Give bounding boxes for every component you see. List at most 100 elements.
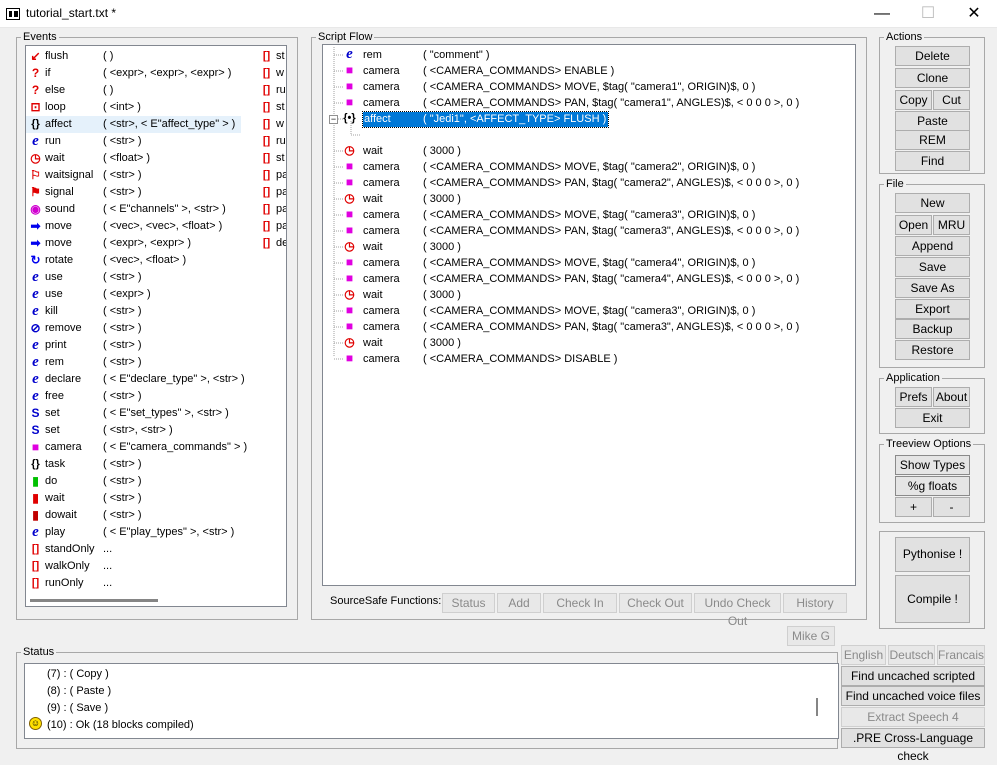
status-vscroll-thumb[interactable] <box>816 698 818 716</box>
extract-speech-button[interactable]: Extract Speech 4 translation <box>841 707 985 742</box>
find-uncached-voice-button[interactable]: Find uncached voice files <box>841 686 985 706</box>
append-button[interactable]: Append <box>895 236 970 256</box>
script-flow-tree[interactable]: e rem ( "comment" ) ■ camera ( <CAMERA_COMMAN… <box>322 44 856 586</box>
sourcesafe-undo-check-out-button[interactable]: Undo Check Out <box>694 593 781 628</box>
script-node[interactable]: ◷ wait ( 3000 ) <box>323 143 843 160</box>
mru-button[interactable]: MRU <box>933 215 970 235</box>
event-item[interactable]: ▮ dowait ( <str> ) <box>26 507 241 524</box>
status-log[interactable]: (7) : ( Copy ) (8) : ( Paste ) (9) : ( S… <box>24 663 839 739</box>
find-uncached-audio-button[interactable]: Find uncached scripted audio <box>841 666 985 701</box>
event-item[interactable]: e print ( <str> ) <box>26 337 241 354</box>
event-item[interactable]: e rem ( <str> ) <box>26 354 241 371</box>
event-item[interactable]: Sset ( < E"set_types" >, <str> ) <box>26 405 241 422</box>
event-item[interactable]: ⚑ signal ( <str> ) <box>26 184 241 201</box>
script-node[interactable]: ◷ wait ( 3000 ) <box>323 191 843 208</box>
event-item[interactable]: ➡ move ( <vec>, <vec>, <float> ) <box>26 218 241 235</box>
maximize-button[interactable]: ☐ <box>905 0 951 28</box>
event-item[interactable]: {} task ( <str> ) <box>26 456 241 473</box>
restore-button[interactable]: Restore <box>895 340 970 360</box>
save-as-button[interactable]: Save As <box>895 278 970 298</box>
script-node[interactable]: ■ camera ( <CAMERA_COMMANDS> MOVE, $tag( "… <box>323 207 843 224</box>
script-node[interactable]: ■ camera ( <CAMERA_COMMANDS> PAN, $tag( "c… <box>323 271 843 288</box>
prefs-button[interactable]: Prefs <box>895 387 932 407</box>
collapse-node-icon[interactable]: − <box>329 115 338 124</box>
event-item[interactable]: ↙ flush ( ) <box>26 48 241 65</box>
about-button[interactable]: About <box>933 387 970 407</box>
events-list[interactable]: ↙ flush ( )? if ( <expr>, <expr>, <expr> )? e… <box>25 45 287 607</box>
event-item[interactable]: [] runOnly... <box>26 575 241 592</box>
event-item[interactable]: [] walkOnly... <box>26 558 241 575</box>
event-name: w <box>276 67 284 79</box>
find-button[interactable]: Find <box>895 151 970 171</box>
save-button[interactable]: Save <box>895 257 970 277</box>
sourcesafe-check-out-button[interactable]: Check Out <box>619 593 692 613</box>
script-node[interactable]: ■ camera ( <CAMERA_COMMANDS> DISABLE ) <box>323 351 843 368</box>
event-item[interactable]: ➡ move ( <expr>, <expr> ) <box>26 235 241 252</box>
open-button[interactable]: Open <box>895 215 932 235</box>
script-node[interactable]: ■ camera ( <CAMERA_COMMANDS> MOVE, $tag( "… <box>323 79 843 96</box>
paste-button[interactable]: Paste <box>895 111 970 131</box>
backup-button[interactable]: Backup <box>895 319 970 339</box>
g-floats-toggle[interactable]: %g floats <box>895 476 970 496</box>
collapse-minus-button[interactable]: - <box>933 497 970 517</box>
show-types-toggle[interactable]: Show Types <box>895 455 970 475</box>
script-node[interactable]: ■ camera ( <CAMERA_COMMANDS> PAN, $tag( "c… <box>323 95 843 112</box>
script-node[interactable]: ◷ wait ( 3000 ) <box>323 239 843 256</box>
deutsch-button[interactable]: Deutsch <box>888 645 935 665</box>
minimize-button[interactable]: — <box>859 0 905 28</box>
clone-button[interactable]: Clone <box>895 68 970 88</box>
event-item[interactable]: e play ( < E"play_types" >, <str> ) <box>26 524 241 541</box>
script-node[interactable]: ■ camera ( <CAMERA_COMMANDS> PAN, $tag( "c… <box>323 223 843 240</box>
event-item[interactable]: e use ( <expr> ) <box>26 286 241 303</box>
event-item[interactable]: e kill ( <str> ) <box>26 303 241 320</box>
event-item[interactable]: e run ( <str> ) <box>26 133 241 150</box>
event-item[interactable]: {} affect ( <str>, < E"affect_type" > ) <box>26 116 241 133</box>
event-item[interactable]: ⊡ loop ( <int> ) <box>26 99 241 116</box>
event-item[interactable]: ◉ sound ( < E"channels" >, <str> ) <box>26 201 241 218</box>
close-button[interactable]: ✕ <box>951 0 997 28</box>
english-button[interactable]: English <box>841 645 886 665</box>
export-button[interactable]: Export <box>895 299 970 319</box>
new-button[interactable]: New <box>895 193 970 213</box>
event-item[interactable]: ? else ( ) <box>26 82 241 99</box>
event-item[interactable]: ▮ do ( <str> ) <box>26 473 241 490</box>
script-node[interactable]: ◷ wait ( 3000 ) <box>323 287 843 304</box>
script-node[interactable]: ◷ wait ( 3000 ) <box>323 335 843 352</box>
script-node[interactable]: ■ camera ( <CAMERA_COMMANDS> ENABLE ) <box>323 63 843 80</box>
rem-button[interactable]: REM <box>895 130 970 150</box>
compile-button[interactable]: Compile ! <box>895 575 970 623</box>
script-node[interactable]: − {•} affect( "Jedi1", <AFFECT_TYPE> FLUSH… <box>323 111 843 128</box>
event-item[interactable]: ◷ wait ( <float> ) <box>26 150 241 167</box>
event-item[interactable]: ↻ rotate ( <vec>, <float> ) <box>26 252 241 269</box>
script-node[interactable]: e rem ( "comment" ) <box>323 47 843 64</box>
sourcesafe-check-in-button[interactable]: Check In <box>543 593 617 613</box>
francais-button[interactable]: Francais <box>937 645 985 665</box>
script-node[interactable]: ■ camera ( <CAMERA_COMMANDS> MOVE, $tag( "… <box>323 255 843 272</box>
events-hscroll-thumb[interactable] <box>30 599 158 602</box>
cut-button[interactable]: Cut <box>933 90 970 110</box>
event-item[interactable]: Sset ( <str>, <str> ) <box>26 422 241 439</box>
user-name-button[interactable]: Mike G <box>787 626 835 646</box>
event-item[interactable]: ■ camera ( < E"camera_commands" > ) <box>26 439 247 456</box>
script-node[interactable]: ■ camera ( <CAMERA_COMMANDS> PAN, $tag( "c… <box>323 319 843 336</box>
copy-button[interactable]: Copy <box>895 90 932 110</box>
sourcesafe-add-button[interactable]: Add <box>497 593 541 613</box>
event-item[interactable]: ? if ( <expr>, <expr>, <expr> ) <box>26 65 241 82</box>
script-node[interactable]: ■ camera ( <CAMERA_COMMANDS> PAN, $tag( "c… <box>323 175 843 192</box>
event-item[interactable]: e free ( <str> ) <box>26 388 241 405</box>
event-item[interactable]: ⊘ remove ( <str> ) <box>26 320 241 337</box>
event-item[interactable]: e declare ( < E"declare_type" >, <str> ) <box>26 371 245 388</box>
event-item[interactable]: ▮ wait ( <str> ) <box>26 490 241 507</box>
event-item[interactable]: ⚐ waitsignal ( <str> ) <box>26 167 241 184</box>
script-node[interactable]: ■ camera ( <CAMERA_COMMANDS> MOVE, $tag( "… <box>323 159 843 176</box>
exit-button[interactable]: Exit <box>895 408 970 428</box>
expand-plus-button[interactable]: + <box>895 497 932 517</box>
event-item[interactable]: e use ( <str> ) <box>26 269 241 286</box>
pythonise-button[interactable]: Pythonise ! <box>895 537 970 572</box>
script-node[interactable]: ■ camera ( <CAMERA_COMMANDS> MOVE, $tag( "… <box>323 303 843 320</box>
sourcesafe-history-button[interactable]: History <box>783 593 847 613</box>
event-item[interactable]: [] standOnly... <box>26 541 241 558</box>
pre-cross-language-check-button[interactable]: .PRE Cross-Language check <box>841 728 985 763</box>
sourcesafe-status-button[interactable]: Status <box>442 593 495 613</box>
delete-button[interactable]: Delete <box>895 46 970 66</box>
